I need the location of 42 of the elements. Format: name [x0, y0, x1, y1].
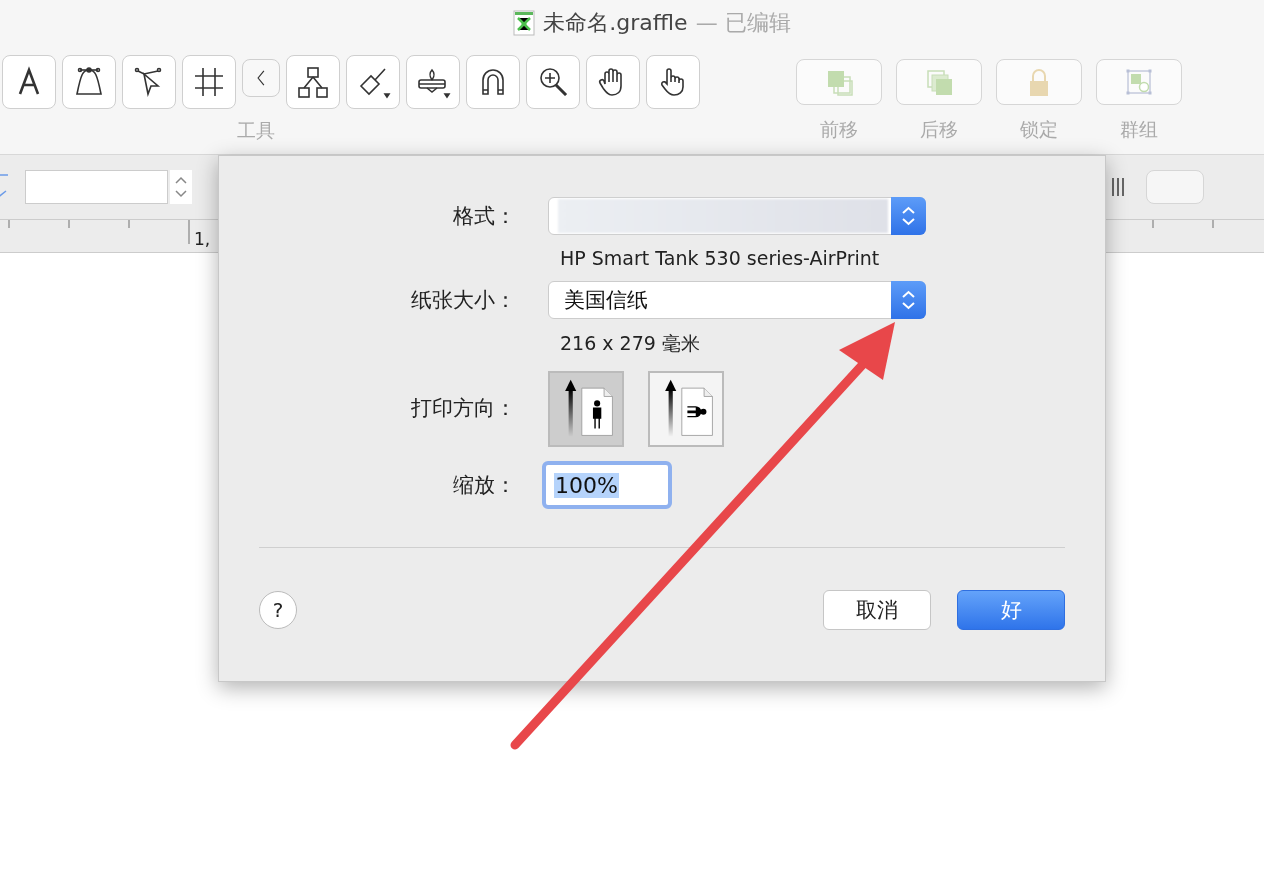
tool-button[interactable]: [2, 55, 56, 109]
tool-button[interactable]: [122, 55, 176, 109]
tool-button[interactable]: [62, 55, 116, 109]
tool-button[interactable]: [286, 55, 340, 109]
toolbar-button-label: 群组: [1120, 117, 1158, 142]
scale-label: 缩放：: [452, 472, 516, 499]
tool-button[interactable]: [406, 55, 460, 109]
column-bars-icon: [1110, 176, 1126, 198]
paper-size-label: 纸张大小：: [410, 287, 516, 314]
tool-button[interactable]: [466, 55, 520, 109]
toolbar-button-label: 前移: [820, 117, 858, 142]
help-button[interactable]: ?: [259, 591, 297, 629]
scale-field[interactable]: 100%: [542, 461, 672, 509]
input-field[interactable]: [25, 170, 168, 204]
ruler-ticks-drawing: [1152, 220, 1214, 229]
printer-name: HP Smart Tank 530 series-AirPrint: [559, 246, 881, 271]
tool-button[interactable]: [346, 55, 400, 109]
cancel-button[interactable]: 取消: [823, 590, 931, 630]
orientation-label: 打印方向：: [410, 395, 516, 422]
up-down-chevron-icon: [891, 281, 926, 319]
tool-button[interactable]: [182, 55, 236, 109]
document-icon: [513, 9, 536, 36]
hierarchy-icon: [295, 64, 331, 100]
orientation-button[interactable]: [648, 371, 724, 447]
group-icon: [1124, 67, 1154, 97]
toolbar-button-label: 后移: [920, 117, 958, 142]
send-backward-icon: [924, 67, 954, 97]
format-popup[interactable]: [548, 197, 926, 235]
format-label: 格式：: [452, 203, 516, 230]
up-down-chevron-icon: [891, 197, 926, 235]
toolbar-group-label: 工具: [237, 118, 275, 143]
tool-button[interactable]: [646, 55, 700, 109]
window-title: 未命名.graffle: [543, 8, 688, 37]
tool-button[interactable]: [586, 55, 640, 109]
edited-status: — 已编辑: [695, 8, 791, 37]
toolbar-button-label: 锁定: [1020, 117, 1058, 142]
ruler-label: 1,: [194, 229, 211, 249]
tool-button[interactable]: [526, 55, 580, 109]
orientation-button[interactable]: [548, 371, 624, 447]
paper-dimensions: 216 x 279 毫米: [559, 331, 701, 356]
paper-size-popup[interactable]: 美国信纸: [548, 281, 926, 319]
stepper-icon[interactable]: [170, 170, 192, 204]
